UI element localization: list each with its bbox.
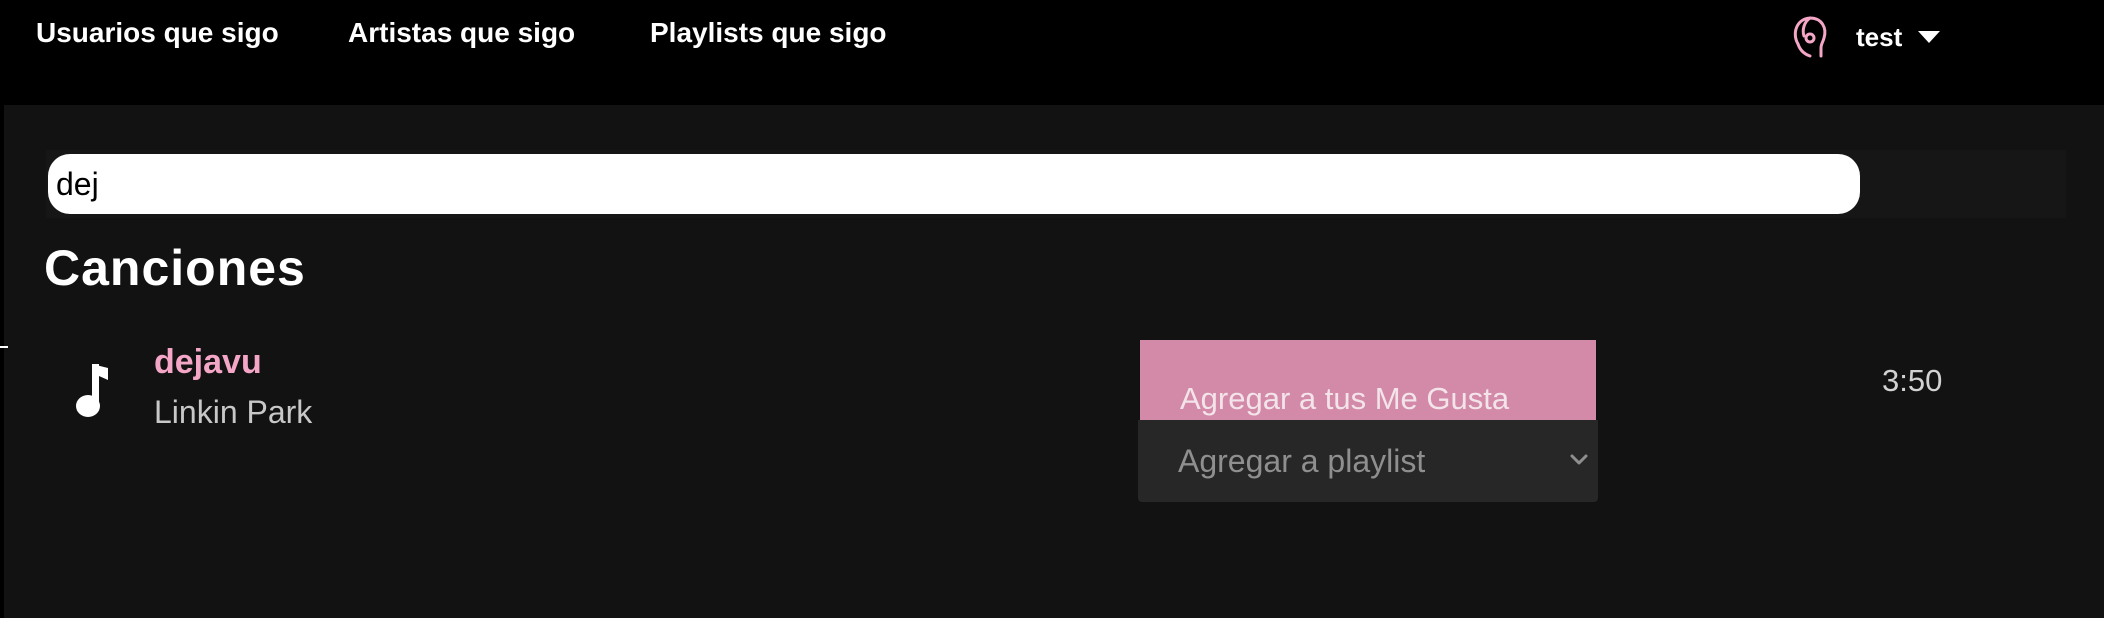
top-navigation-bar: Usuarios que sigo Artistas que sigo Play… [0, 0, 2104, 105]
add-to-playlist-select[interactable]: Agregar a playlist [1138, 420, 1598, 502]
nav-link-playlists[interactable]: Playlists que sigo [650, 14, 887, 52]
left-edge-divider [0, 105, 4, 618]
caret-down-icon[interactable] [1918, 31, 1941, 43]
chevron-down-icon [1570, 454, 1588, 465]
song-title[interactable]: dejavu [154, 342, 262, 382]
add-to-likes-button[interactable]: Agregar a tus Me Gusta [1140, 340, 1596, 420]
search-input[interactable] [48, 154, 1860, 214]
song-artist[interactable]: Linkin Park [154, 392, 312, 432]
user-headphones-icon [1793, 16, 1827, 58]
nav-link-artistas[interactable]: Artistas que sigo [348, 14, 575, 52]
user-name: test [1856, 21, 1903, 52]
playlist-select-label: Agregar a playlist [1178, 443, 1426, 479]
section-title-canciones: Canciones [44, 240, 306, 296]
song-duration: 3:50 [1882, 363, 1943, 398]
nav-link-usuarios[interactable]: Usuarios que sigo [36, 14, 279, 52]
user-menu[interactable]: test [1790, 14, 1941, 60]
divider-tick [0, 346, 8, 348]
music-note-icon [76, 364, 108, 417]
